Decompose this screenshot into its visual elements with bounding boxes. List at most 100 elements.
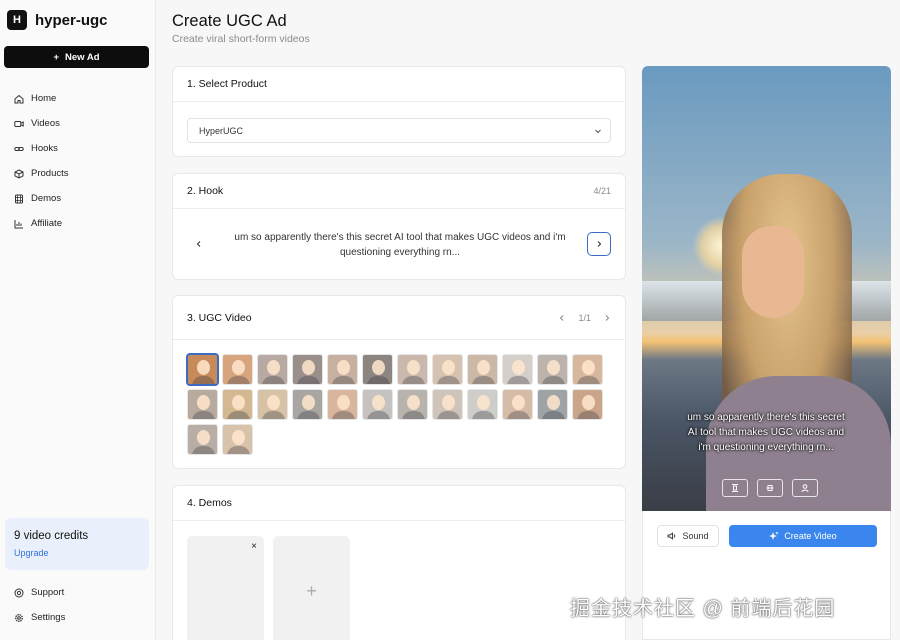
person-icon: [801, 484, 809, 493]
avatar-head: [407, 360, 420, 375]
card-title: 3. UGC Video: [187, 311, 252, 324]
avatar-thumbnail[interactable]: [187, 424, 218, 455]
avatar-thumbnail[interactable]: [222, 424, 253, 455]
avatar-thumbnail[interactable]: [222, 354, 253, 385]
avatar-thumbnail[interactable]: [186, 353, 219, 386]
chevron-right-icon[interactable]: [603, 314, 611, 322]
create-video-button[interactable]: Create Video: [729, 525, 877, 547]
avatar-thumbnail[interactable]: [502, 389, 533, 420]
avatar-head: [232, 395, 245, 410]
avatar-position-button[interactable]: [792, 479, 818, 497]
avatar-head: [302, 395, 315, 410]
avatar-head: [302, 360, 315, 375]
avatar-head: [372, 395, 385, 410]
page-title: Create UGC Ad: [172, 12, 287, 30]
sidebar-item-hooks[interactable]: Hooks: [0, 136, 156, 161]
upgrade-link[interactable]: Upgrade: [14, 548, 140, 558]
avatar-body: [227, 376, 250, 384]
avatar-thumbnail[interactable]: [467, 389, 498, 420]
product-select[interactable]: HyperUGC: [187, 118, 611, 143]
avatar-thumbnail[interactable]: [467, 354, 498, 385]
avatar-thumbnail[interactable]: [362, 354, 393, 385]
avatar-thumbnail[interactable]: [327, 389, 358, 420]
product-select-value: HyperUGC: [199, 125, 244, 136]
avatar-body: [507, 376, 530, 384]
avatar-thumbnail[interactable]: [572, 354, 603, 385]
sidebar-item-label: Demos: [31, 193, 62, 204]
close-icon[interactable]: ×: [251, 541, 257, 552]
avatar-body: [297, 376, 320, 384]
video-preview[interactable]: um so apparently there's this secret AI …: [642, 66, 891, 511]
avatar-head: [337, 395, 350, 410]
avatar-body: [437, 376, 460, 384]
avatar-thumbnail[interactable]: [537, 354, 568, 385]
sidebar-item-home[interactable]: Home: [0, 86, 156, 111]
align-middle-icon: [766, 485, 774, 491]
avatar-thumbnail[interactable]: [362, 389, 393, 420]
avatar-head: [197, 430, 210, 445]
sidebar-item-settings[interactable]: Settings: [0, 605, 156, 630]
sidebar-item-demos[interactable]: Demos: [0, 186, 156, 211]
home-icon: [14, 94, 24, 103]
sidebar-item-products[interactable]: Products: [0, 161, 156, 186]
chevron-right-icon: [597, 241, 602, 247]
avatar-thumbnail[interactable]: [222, 389, 253, 420]
sidebar-item-support[interactable]: Support: [0, 580, 156, 605]
sidebar-bottom-nav: Support Settings: [0, 580, 156, 630]
avatar-thumbnail[interactable]: [187, 389, 218, 420]
watermark: 掘金技术社区 @ 前端后花园: [570, 598, 836, 620]
avatar-thumbnail[interactable]: [327, 354, 358, 385]
chevron-left-icon[interactable]: [558, 314, 566, 322]
demo-tile[interactable]: ×: [187, 536, 264, 640]
sound-button[interactable]: Sound: [657, 525, 719, 547]
align-middle-button[interactable]: [757, 479, 783, 497]
sidebar-item-videos[interactable]: Videos: [0, 111, 156, 136]
avatar-head: [337, 360, 350, 375]
avatar-head: [547, 360, 560, 375]
avatar-head: [582, 360, 595, 375]
avatar-thumbnail[interactable]: [257, 389, 288, 420]
brand[interactable]: H hyper-ugc: [7, 10, 108, 30]
avatar-grid: [186, 353, 617, 455]
gear-icon: [15, 613, 23, 622]
card-header: 3. UGC Video 1/1: [173, 296, 625, 340]
avatar-thumbnail[interactable]: [432, 389, 463, 420]
card-title: 2. Hook: [187, 185, 224, 197]
avatar-head: [512, 395, 525, 410]
hook-prev-button[interactable]: [191, 236, 207, 252]
avatar-body: [577, 376, 600, 384]
avatar-body: [472, 376, 495, 384]
add-demo-button[interactable]: +: [273, 536, 350, 640]
link-icon: [14, 146, 24, 151]
avatar-head: [477, 360, 490, 375]
avatar-thumbnail[interactable]: [257, 354, 288, 385]
avatar-head: [197, 395, 210, 410]
sparkle-icon: [769, 531, 779, 540]
sidebar-item-affiliate[interactable]: Affiliate: [0, 211, 156, 236]
sidebar-nav: Home Videos Hooks Products Demos Affilia…: [0, 86, 156, 236]
avatar-body: [402, 411, 425, 419]
avatar-head: [442, 360, 455, 375]
avatar-thumbnail[interactable]: [397, 389, 428, 420]
avatar-thumbnail[interactable]: [432, 354, 463, 385]
plus-icon: +: [306, 580, 317, 601]
sound-label: Sound: [682, 531, 709, 541]
hook-next-button[interactable]: [587, 232, 611, 256]
avatar-thumbnail[interactable]: [537, 389, 568, 420]
align-top-button[interactable]: [722, 479, 748, 497]
avatar-thumbnail[interactable]: [292, 389, 323, 420]
create-video-label: Create Video: [784, 531, 837, 541]
video-icon: [14, 120, 24, 127]
avatar-thumbnail[interactable]: [572, 389, 603, 420]
new-ad-button[interactable]: + New Ad: [4, 46, 149, 68]
ugc-video-card: 3. UGC Video 1/1: [172, 295, 626, 469]
avatar-thumbnail[interactable]: [502, 354, 533, 385]
avatar-thumbnail[interactable]: [397, 354, 428, 385]
help-icon: [14, 588, 24, 597]
bar-chart-icon: [14, 219, 23, 228]
avatar-thumbnail[interactable]: [292, 354, 323, 385]
avatar-body: [192, 411, 215, 419]
ugc-pager: 1/1: [558, 313, 611, 323]
chevron-left-icon: [196, 241, 201, 247]
page-subtitle: Create viral short-form videos: [172, 33, 310, 45]
